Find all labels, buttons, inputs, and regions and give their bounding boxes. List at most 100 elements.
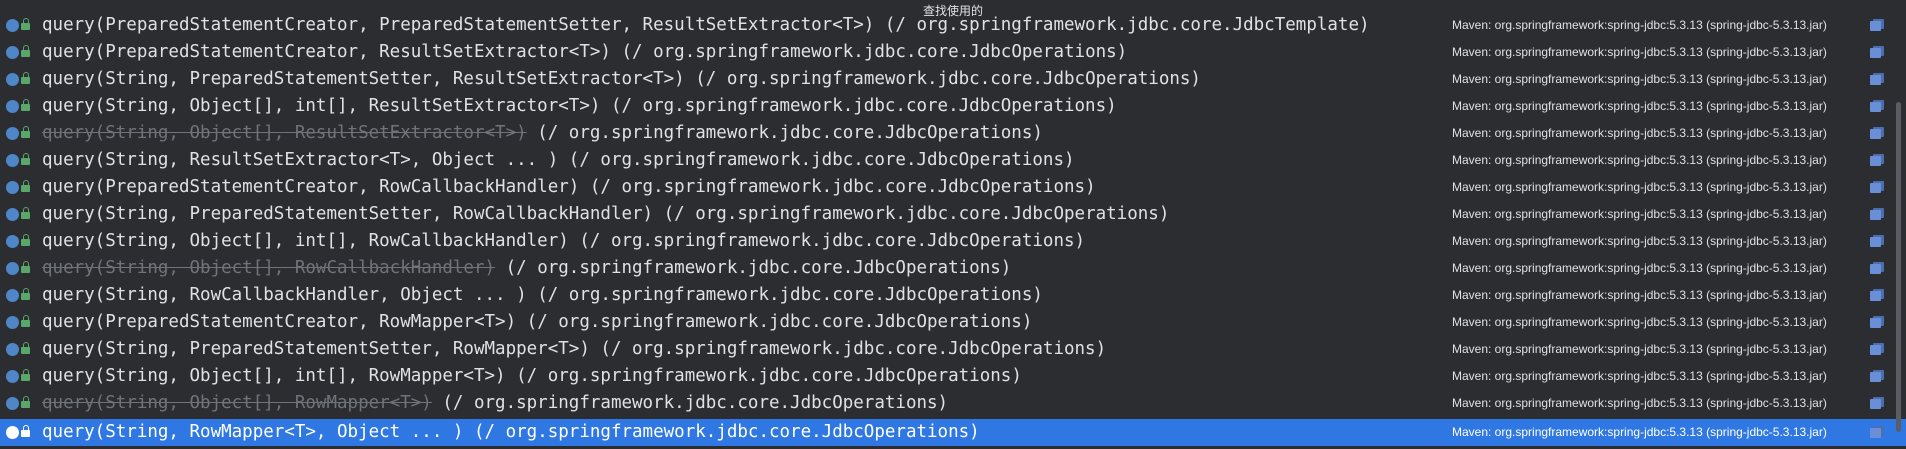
signature-text: query(PreparedStatementCreator, ResultSe… (42, 42, 611, 62)
signature-text: query(String, PreparedStatementSetter, R… (42, 69, 685, 89)
usage-result-row[interactable]: query(String, Object[], ResultSetExtract… (0, 120, 1906, 147)
jar-library-icon (1870, 46, 1884, 58)
jar-library-icon (1870, 181, 1884, 193)
method-signature: query(String, Object[], int[], RowCallba… (42, 228, 1085, 255)
row-icons (4, 425, 38, 440)
method-icon (6, 289, 19, 302)
method-icon (6, 181, 19, 194)
library-location: Maven: org.springframework:spring-jdbc:5… (1452, 45, 1827, 59)
row-icons (4, 126, 38, 141)
signature-text: (/ org.springframework.jdbc.core.JdbcOpe… (495, 258, 1012, 278)
lock-icon (21, 288, 30, 300)
row-icons (4, 18, 38, 33)
lock-icon (21, 180, 30, 192)
usage-result-row[interactable]: query(String, Object[], int[], ResultSet… (0, 93, 1906, 120)
library-location: Maven: org.springframework:spring-jdbc:5… (1452, 425, 1827, 439)
method-icon (6, 208, 19, 221)
library-location: Maven: org.springframework:spring-jdbc:5… (1452, 207, 1827, 221)
row-icons (4, 234, 38, 249)
row-icons (4, 207, 38, 222)
usage-result-row[interactable]: query(PreparedStatementCreator, RowMappe… (0, 309, 1906, 336)
row-icons (4, 72, 38, 87)
method-signature: query(String, RowMapper<T>, Object ... )… (42, 419, 980, 446)
method-icon (6, 100, 19, 113)
signature-text: query(PreparedStatementCreator, RowMappe… (42, 312, 517, 332)
row-icons (4, 342, 38, 357)
signature-text: (/ org.springframework.jdbc.core.JdbcOpe… (684, 69, 1201, 89)
method-icon (6, 343, 19, 356)
method-icon (6, 316, 19, 329)
usage-result-row[interactable]: query(PreparedStatementCreator, Prepared… (0, 12, 1906, 39)
lock-icon (21, 234, 30, 246)
deprecated-signature-text: query(String, Object[], ResultSetExtract… (42, 123, 527, 143)
jar-library-icon (1870, 397, 1884, 409)
lock-icon (21, 207, 30, 219)
library-location: Maven: org.springframework:spring-jdbc:5… (1452, 18, 1827, 32)
method-signature: query(String, Object[], int[], RowMapper… (42, 363, 1022, 390)
jar-library-icon (1870, 370, 1884, 382)
deprecated-signature-text: query(String, Object[], RowCallbackHandl… (42, 258, 496, 278)
library-location: Maven: org.springframework:spring-jdbc:5… (1452, 234, 1827, 248)
signature-text: query(PreparedStatementCreator, RowCallb… (42, 177, 580, 197)
row-icons (4, 99, 38, 114)
jar-library-icon (1870, 127, 1884, 139)
signature-text: (/ org.springframework.jdbc.core.JdbcOpe… (610, 42, 1128, 62)
usage-result-row[interactable]: query(String, RowCallbackHandler, Object… (0, 282, 1906, 309)
method-icon (6, 46, 19, 59)
usage-result-row[interactable]: query(String, Object[], int[], RowMapper… (0, 363, 1906, 390)
method-signature: query(String, PreparedStatementSetter, R… (42, 66, 1201, 93)
method-icon (6, 73, 19, 86)
signature-text: (/ org.springframework.jdbc.core.JdbcOpe… (526, 123, 1043, 143)
jar-library-icon (1870, 100, 1884, 112)
library-location: Maven: org.springframework:spring-jdbc:5… (1452, 288, 1827, 302)
signature-text: query(String, RowCallbackHandler, Object… (42, 285, 527, 305)
signature-text: query(String, Object[], int[], RowCallba… (42, 231, 569, 251)
lock-icon (21, 126, 30, 138)
signature-text: query(String, ResultSetExtractor<T>, Obj… (42, 150, 559, 170)
signature-text: (/ org.springframework.jdbc.core.JdbcOpe… (579, 177, 1096, 197)
method-signature: query(String, Object[], RowMapper<T>) (/… (42, 390, 948, 417)
usages-results-list[interactable]: query(PreparedStatementCreator, Prepared… (0, 12, 1906, 449)
jar-library-icon (1870, 19, 1884, 31)
method-signature: query(String, Object[], ResultSetExtract… (42, 120, 1043, 147)
row-icons (4, 396, 38, 411)
usage-result-row[interactable]: query(PreparedStatementCreator, ResultSe… (0, 39, 1906, 66)
jar-library-icon (1870, 343, 1884, 355)
row-icons (4, 261, 38, 276)
row-icons (4, 180, 38, 195)
signature-text: (/ org.springframework.jdbc.core.JdbcOpe… (526, 285, 1043, 305)
library-location: Maven: org.springframework:spring-jdbc:5… (1452, 153, 1827, 167)
usage-result-row[interactable]: query(String, PreparedStatementSetter, R… (0, 201, 1906, 228)
library-location: Maven: org.springframework:spring-jdbc:5… (1452, 342, 1827, 356)
usage-result-row[interactable]: query(String, PreparedStatementSetter, R… (0, 66, 1906, 93)
library-location: Maven: org.springframework:spring-jdbc:5… (1452, 180, 1827, 194)
lock-icon (21, 315, 30, 327)
method-icon (6, 426, 19, 439)
method-signature: query(String, ResultSetExtractor<T>, Obj… (42, 147, 1075, 174)
method-signature: query(PreparedStatementCreator, RowCallb… (42, 174, 1096, 201)
lock-icon (21, 396, 30, 408)
usage-result-row[interactable]: query(String, ResultSetExtractor<T>, Obj… (0, 147, 1906, 174)
usage-result-row[interactable]: query(String, PreparedStatementSetter, R… (0, 336, 1906, 363)
signature-text: query(String, Object[], int[], ResultSet… (42, 96, 601, 116)
usage-result-row[interactable]: query(String, Object[], RowCallbackHandl… (0, 255, 1906, 282)
library-location: Maven: org.springframework:spring-jdbc:5… (1452, 261, 1827, 275)
vertical-scrollbar[interactable] (1896, 102, 1901, 432)
method-signature: query(PreparedStatementCreator, ResultSe… (42, 39, 1127, 66)
method-icon (6, 370, 19, 383)
usage-result-row[interactable]: query(String, Object[], RowMapper<T>) (/… (0, 390, 1906, 417)
usage-result-row[interactable]: query(String, Object[], int[], RowCallba… (0, 228, 1906, 255)
lock-icon (21, 99, 30, 111)
method-signature: query(String, PreparedStatementSetter, R… (42, 336, 1106, 363)
signature-text: (/ org.springframework.jdbc.core.JdbcOpe… (558, 150, 1075, 170)
method-signature: query(String, Object[], int[], ResultSet… (42, 93, 1117, 120)
usage-result-row[interactable]: query(String, RowMapper<T>, Object ... )… (0, 419, 1906, 446)
signature-text: (/ org.springframework.jdbc.core.JdbcTem… (874, 15, 1370, 35)
signature-text: query(String, PreparedStatementSetter, R… (42, 204, 654, 224)
signature-text: (/ org.springframework.jdbc.core.JdbcOpe… (589, 339, 1107, 359)
usage-result-row[interactable]: query(PreparedStatementCreator, RowCallb… (0, 174, 1906, 201)
jar-library-icon (1870, 73, 1884, 85)
method-signature: query(PreparedStatementCreator, Prepared… (42, 12, 1370, 39)
row-icons (4, 153, 38, 168)
method-signature: query(String, PreparedStatementSetter, R… (42, 201, 1169, 228)
